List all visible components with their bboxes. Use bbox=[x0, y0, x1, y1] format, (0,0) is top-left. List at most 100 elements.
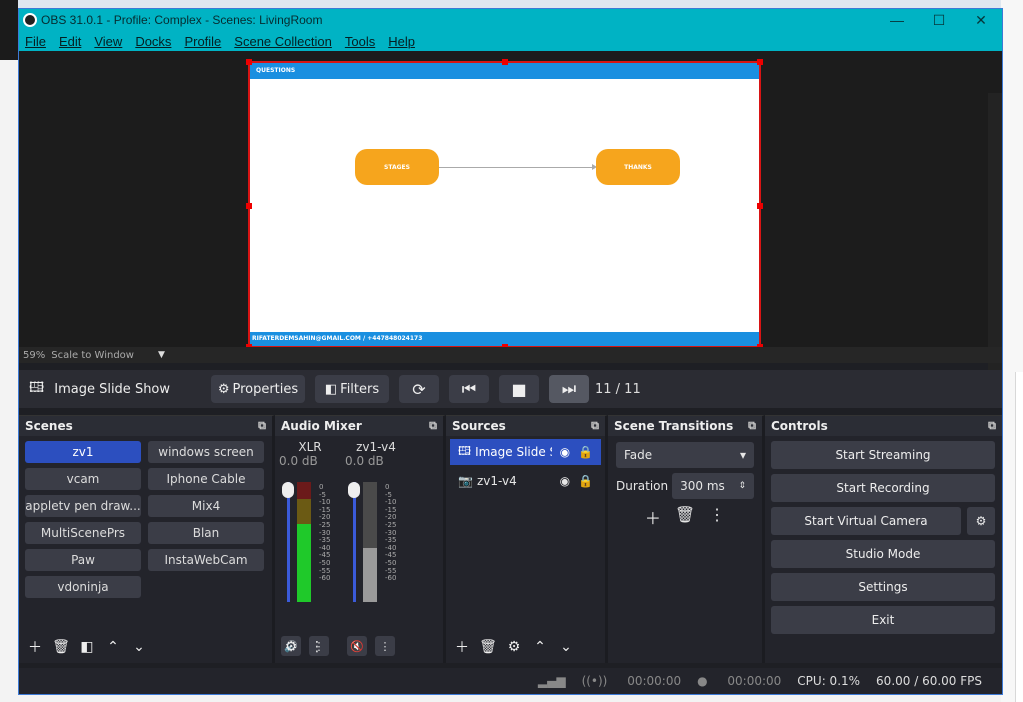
preview-scrollbar[interactable] bbox=[988, 93, 1002, 389]
virtual-camera-settings-button[interactable]: ⚙ bbox=[967, 507, 995, 535]
filters-label: Filters bbox=[340, 381, 380, 397]
source-item[interactable]: 🖽 Image Slide Show ◉ 🔒 bbox=[450, 439, 601, 465]
undock-icon[interactable]: ⧉ bbox=[258, 419, 266, 433]
slideshow-icon: 🖽 bbox=[458, 443, 472, 458]
lock-icon[interactable]: 🔒 bbox=[578, 474, 593, 488]
trash-icon[interactable]: 🗑 bbox=[675, 505, 695, 529]
volume-slider[interactable] bbox=[353, 482, 356, 602]
preview-area[interactable]: QUESTIONS STAGES THANKS RIFATERDEMSAHIN@… bbox=[19, 51, 1002, 389]
volume-slider-knob[interactable] bbox=[348, 482, 360, 498]
more-options-icon[interactable]: ⋮ bbox=[375, 636, 395, 656]
move-up-icon[interactable]: ⌃ bbox=[103, 637, 123, 657]
minimize-icon[interactable]: — bbox=[876, 12, 918, 28]
resize-handle[interactable] bbox=[757, 59, 763, 65]
stop-slideshow-button[interactable]: ■ bbox=[499, 375, 539, 403]
volume-meter bbox=[363, 482, 377, 602]
menu-docks[interactable]: Docks bbox=[135, 34, 171, 49]
resize-handle[interactable] bbox=[757, 203, 763, 209]
skip-forward-icon: ⏭ bbox=[561, 379, 577, 398]
scene-item[interactable]: MultiScenePrs bbox=[25, 522, 141, 544]
trash-icon[interactable]: 🗑 bbox=[478, 637, 498, 657]
start-streaming-button[interactable]: Start Streaming bbox=[771, 441, 995, 469]
menu-view[interactable]: View bbox=[94, 34, 122, 49]
undock-icon[interactable]: ⧉ bbox=[748, 419, 756, 433]
scene-item[interactable]: appletv pen draw... bbox=[25, 495, 141, 517]
scene-item[interactable]: vcam bbox=[25, 468, 141, 490]
gear-icon[interactable]: ⚙ bbox=[504, 637, 524, 657]
add-source-icon[interactable]: ＋ bbox=[452, 637, 472, 657]
resize-handle[interactable] bbox=[502, 59, 508, 65]
undock-icon[interactable]: ⧉ bbox=[988, 419, 996, 433]
eye-icon[interactable]: ◉ bbox=[560, 474, 570, 488]
move-down-icon[interactable]: ⌄ bbox=[556, 637, 576, 657]
resize-handle[interactable] bbox=[246, 203, 252, 209]
duration-label: Duration bbox=[616, 479, 669, 493]
scale-mode[interactable]: Scale to Window bbox=[51, 350, 134, 361]
eye-icon[interactable]: ◉ bbox=[560, 445, 570, 459]
desktop-left-edge bbox=[0, 0, 18, 60]
scene-item[interactable]: zv1 bbox=[25, 441, 141, 463]
add-scene-icon[interactable]: ＋ bbox=[25, 637, 45, 657]
filter-icon[interactable]: ◧ bbox=[77, 637, 97, 657]
current-source: 🖽 Image Slide Show bbox=[29, 377, 211, 401]
more-options-icon[interactable]: ⋮ bbox=[307, 637, 327, 657]
move-up-icon[interactable]: ⌃ bbox=[530, 637, 550, 657]
desktop-right-edge bbox=[1001, 0, 1023, 702]
scene-item[interactable]: Paw bbox=[25, 549, 141, 571]
menu-file[interactable]: File bbox=[25, 34, 46, 49]
preview-canvas[interactable]: QUESTIONS STAGES THANKS RIFATERDEMSAHIN@… bbox=[246, 59, 763, 350]
properties-label: Properties bbox=[232, 381, 299, 397]
resize-handle[interactable] bbox=[246, 59, 252, 65]
scene-item[interactable]: Mix4 bbox=[148, 495, 264, 517]
spin-arrows-icon[interactable]: ⇕ bbox=[738, 481, 746, 491]
scene-item[interactable]: windows screen bbox=[148, 441, 264, 463]
undock-icon[interactable]: ⧉ bbox=[429, 419, 437, 433]
restart-slideshow-button[interactable]: ⟳ bbox=[399, 375, 439, 403]
settings-button[interactable]: Settings bbox=[771, 573, 995, 601]
start-virtual-camera-button[interactable]: Start Virtual Camera bbox=[771, 507, 961, 535]
filters-button[interactable]: ◧ Filters bbox=[315, 375, 389, 403]
muted-speaker-icon[interactable]: 🔇 bbox=[347, 636, 367, 656]
scene-item[interactable]: Iphone Cable bbox=[148, 468, 264, 490]
fps-display: 60.00 / 60.00 FPS bbox=[876, 674, 982, 688]
sources-dock-header: Sources ⧉ bbox=[446, 416, 605, 436]
maximize-icon[interactable]: ☐ bbox=[918, 12, 960, 29]
start-recording-button[interactable]: Start Recording bbox=[771, 474, 995, 502]
move-down-icon[interactable]: ⌄ bbox=[129, 637, 149, 657]
menu-edit[interactable]: Edit bbox=[59, 34, 81, 49]
volume-slider[interactable] bbox=[287, 482, 290, 602]
add-transition-icon[interactable]: ＋ bbox=[645, 505, 661, 529]
transition-select[interactable]: Fade ▾ bbox=[616, 442, 754, 468]
scenes-footer: ＋ 🗑 ◧ ⌃ ⌄ bbox=[25, 637, 149, 657]
rec-time: 00:00:00 bbox=[727, 674, 782, 688]
controls-dock-title: Controls bbox=[771, 419, 828, 433]
trash-icon[interactable]: 🗑 bbox=[51, 637, 71, 657]
exit-button[interactable]: Exit bbox=[771, 606, 995, 634]
menu-profile[interactable]: Profile bbox=[184, 34, 221, 49]
properties-button[interactable]: ⚙ Properties bbox=[211, 375, 305, 403]
scene-transitions-dock: Scene Transitions ⧉ Fade ▾ Duration 300 m… bbox=[608, 415, 765, 663]
next-slide-button[interactable]: ⏭ bbox=[549, 375, 589, 403]
close-icon[interactable]: ✕ bbox=[960, 12, 1002, 29]
source-item-label: Image Slide Show bbox=[475, 445, 552, 459]
rec-status: ● 00:00:00 bbox=[697, 674, 782, 688]
source-item[interactable]: 📷 zv1-v4 ◉ 🔒 bbox=[450, 468, 601, 494]
undock-icon[interactable]: ⧉ bbox=[591, 419, 599, 433]
scene-item[interactable]: vdoninja bbox=[25, 576, 141, 598]
chevron-down-icon[interactable]: ▼ bbox=[158, 350, 165, 360]
menu-tools[interactable]: Tools bbox=[345, 34, 375, 49]
chevron-down-icon: ▾ bbox=[739, 448, 746, 462]
scene-item[interactable]: InstaWebCam bbox=[148, 549, 264, 571]
advanced-audio-icon[interactable]: ⚙ bbox=[281, 637, 301, 657]
menu-scene-collection[interactable]: Scene Collection bbox=[234, 34, 332, 49]
lock-icon[interactable]: 🔒 bbox=[578, 445, 593, 459]
studio-mode-button[interactable]: Studio Mode bbox=[771, 540, 995, 568]
transitions-dock-title: Scene Transitions bbox=[614, 419, 734, 433]
more-options-icon[interactable]: ⋮ bbox=[709, 505, 725, 529]
duration-input[interactable]: 300 ms ⇕ bbox=[672, 473, 754, 499]
volume-slider-knob[interactable] bbox=[282, 482, 294, 498]
mixer-channel: zv1-v4 0.0 dB 0 -5 -10 -15 -20 -25 -30 -35 -40 -4… bbox=[343, 440, 409, 656]
menu-help[interactable]: Help bbox=[388, 34, 415, 49]
previous-slide-button[interactable]: ⏮ bbox=[449, 375, 489, 403]
scene-item[interactable]: Blan bbox=[148, 522, 264, 544]
